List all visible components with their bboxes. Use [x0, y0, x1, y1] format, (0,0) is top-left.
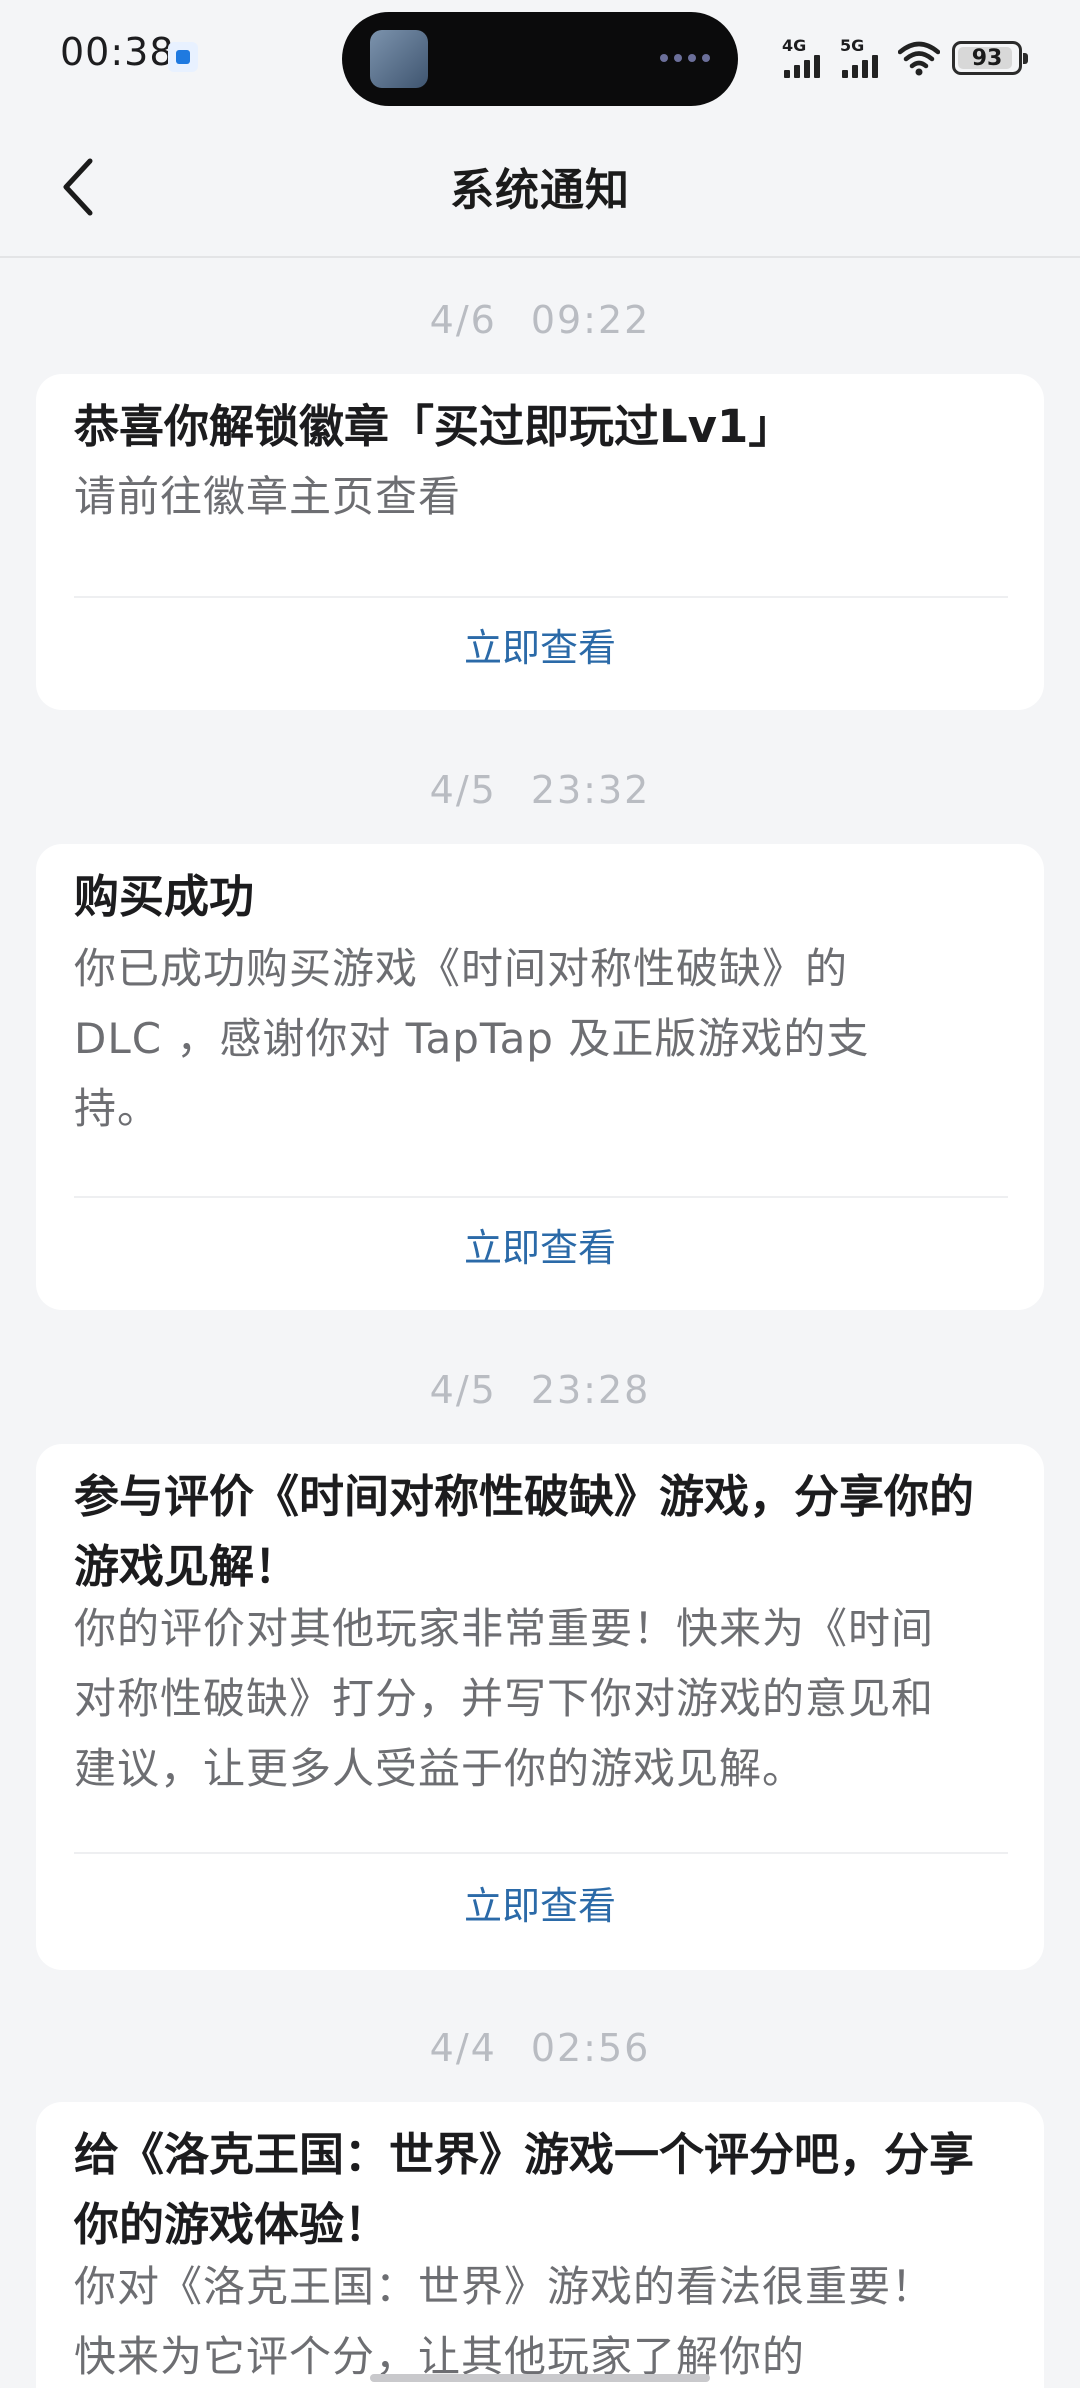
notification-time: 09:22: [530, 298, 651, 342]
notification-time: 02:56: [530, 2026, 651, 2070]
notification-card: 参与评价《时间对称性破缺》游戏，分享你的游戏见解！ 你的评价对其他玩家非常重要！…: [36, 1444, 1044, 1970]
notification-time: 23:28: [530, 1368, 651, 1412]
notification-body: 你对《洛克王国：世界》游戏的看法很重要！快来为它评个分，让其他玩家了解你的: [74, 2262, 935, 2381]
notification-timestamp: 4/5 23:28: [0, 1368, 1080, 1412]
divider: [74, 1852, 1008, 1854]
notification-card: 给《洛克王国：世界》游戏一个评分吧，分享你的游戏体验！ 你对《洛克王国：世界》游…: [36, 2102, 1044, 2388]
notification-date: 4/5: [429, 768, 497, 812]
page-title: 系统通知: [450, 165, 630, 216]
notification-timestamp: 4/4 02:56: [0, 2026, 1080, 2070]
notification-card: 购买成功 你已成功购买游戏《时间对称性破缺》的DLC ，感谢你对 TapTap …: [36, 844, 1044, 1310]
notification-title: 恭喜你解锁徽章「买过即玩过Lv1」: [74, 400, 794, 453]
status-indicators: 4G 5G 93: [782, 36, 1028, 80]
notification-title: 购买成功: [74, 870, 255, 923]
view-now-button[interactable]: 立即查看: [36, 1876, 1044, 1936]
wifi-icon: [898, 41, 940, 76]
notification-timestamp: 4/5 23:32: [0, 768, 1080, 812]
app-notification-icon: [168, 42, 198, 72]
network-label-4g: 4G: [782, 36, 807, 55]
dynamic-island[interactable]: [342, 12, 738, 106]
notification-date: 4/5: [429, 1368, 497, 1412]
divider: [74, 1196, 1008, 1198]
battery-percent: 93: [971, 45, 1003, 71]
status-bar: 00:38 4G 5G 93: [0, 0, 1080, 112]
home-indicator[interactable]: [370, 2374, 710, 2382]
status-time: 00:38: [60, 30, 175, 74]
media-thumbnail: [370, 30, 428, 88]
audio-waveform-icon: [660, 54, 710, 62]
view-now-button[interactable]: 立即查看: [36, 618, 1044, 678]
signal-5g-icon: 5G: [840, 36, 886, 78]
notification-body: 你的评价对其他玩家非常重要！快来为《时间对称性破缺》打分，并写下你对游戏的意见和…: [74, 1604, 935, 1793]
notification-list[interactable]: 4/6 09:22 恭喜你解锁徽章「买过即玩过Lv1」 请前往徽章主页查看 立即查…: [0, 260, 1080, 2388]
signal-4g-icon: 4G: [782, 36, 828, 78]
notification-title: 参与评价《时间对称性破缺》游戏，分享你的游戏见解！: [74, 1470, 975, 1593]
notification-card: 恭喜你解锁徽章「买过即玩过Lv1」 请前往徽章主页查看 立即查看: [36, 374, 1044, 710]
navigation-bar: 系统通知: [0, 112, 1080, 258]
notification-date: 4/6: [429, 298, 497, 342]
notification-body: 请前往徽章主页查看: [74, 472, 462, 521]
notification-title: 给《洛克王国：世界》游戏一个评分吧，分享你的游戏体验！: [74, 2128, 975, 2251]
notification-body: 你已成功购买游戏《时间对称性破缺》的DLC ，感谢你对 TapTap 及正版游戏…: [74, 944, 870, 1133]
notification-date: 4/4: [429, 2026, 497, 2070]
notification-timestamp: 4/6 09:22: [0, 298, 1080, 342]
view-now-button[interactable]: 立即查看: [36, 1218, 1044, 1278]
divider: [74, 596, 1008, 598]
battery-icon: 93: [952, 41, 1028, 75]
notification-time: 23:32: [530, 768, 651, 812]
network-label-5g: 5G: [840, 36, 865, 55]
